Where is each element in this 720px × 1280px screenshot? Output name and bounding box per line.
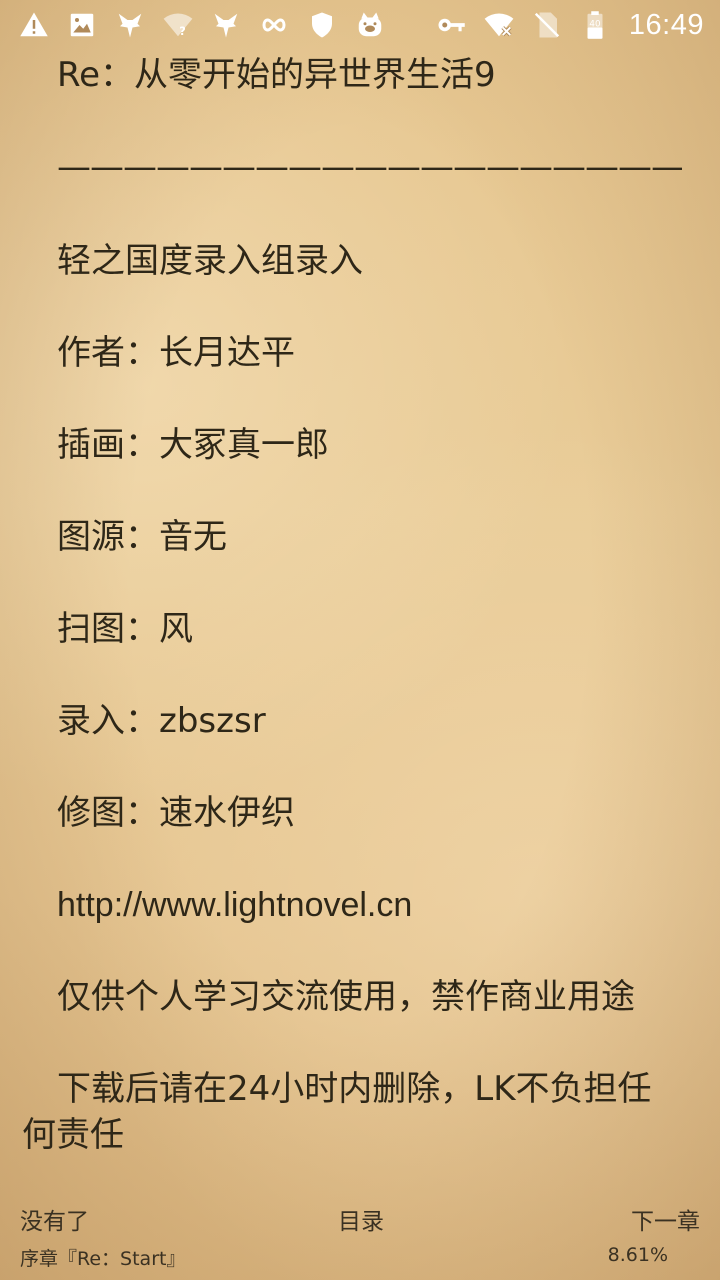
svg-text:40: 40 — [589, 19, 600, 29]
illustrator-credit: 插画：大冢真一郎 — [57, 425, 329, 465]
infinity-icon — [258, 9, 290, 41]
image-source-credit: 图源：音无 — [57, 517, 227, 557]
usage-notice: 仅供个人学习交流使用，禁作商业用途 — [57, 977, 635, 1017]
clock: 16:49 — [628, 8, 704, 41]
delete-notice: 下载后请在24小时内删除，LK不负担任何责任 — [22, 1069, 652, 1155]
book-title: Re：从零开始的异世界生活9 — [57, 55, 496, 95]
group-credit: 轻之国度录入组录入 — [57, 241, 363, 281]
wifi-question-icon: ? — [162, 9, 194, 41]
key-icon — [435, 9, 467, 41]
divider-line: —————————————————————— — [57, 147, 682, 187]
system-icons: 40 16:49 — [435, 9, 704, 42]
notification-icons: ? — [18, 9, 386, 41]
svg-text:?: ? — [179, 25, 186, 38]
reading-progress: 8.61% — [607, 1244, 668, 1266]
scan-credit: 扫图：风 — [57, 609, 193, 649]
wifi-x-icon — [483, 9, 515, 41]
site-url: http://www.lightnovel.cn — [57, 886, 413, 924]
battery-icon: 40 — [579, 9, 611, 41]
prev-chapter-button[interactable]: 没有了 — [20, 1202, 89, 1236]
author-credit: 作者：长月达平 — [57, 333, 295, 373]
reading-footer: 序章『Re：Start』 8.61% — [20, 1244, 668, 1272]
chapter-nav: 没有了 目录 下一章 — [20, 1202, 700, 1238]
app-fox-icon — [210, 9, 242, 41]
status-bar: ? 40 16:49 — [0, 0, 720, 50]
input-credit: 录入：zbszsr — [57, 701, 266, 741]
app-pig-icon — [354, 9, 386, 41]
current-chapter-name: 序章『Re：Start』 — [20, 1248, 186, 1270]
shield-icon — [306, 9, 338, 41]
image-icon — [66, 9, 98, 41]
next-chapter-button[interactable]: 下一章 — [631, 1202, 700, 1236]
alert-icon — [18, 9, 50, 41]
toc-button[interactable]: 目录 — [338, 1202, 384, 1236]
app-fox-icon — [114, 9, 146, 41]
no-sim-icon — [531, 9, 563, 41]
retouch-credit: 修图：速水伊织 — [57, 793, 295, 833]
